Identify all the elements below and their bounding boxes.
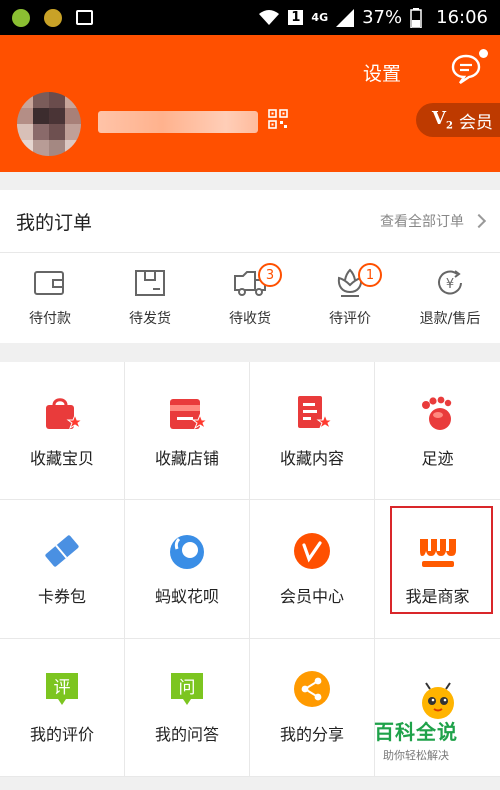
order-pending-shipment[interactable]: 待发货 xyxy=(100,253,200,343)
grid-item-huabei[interactable]: 蚂蚁花呗 xyxy=(125,500,250,639)
order-pending-review[interactable]: 1 待评价 xyxy=(300,253,400,343)
message-unread-dot xyxy=(479,49,488,58)
message-icon[interactable] xyxy=(450,53,482,85)
grid-item-merchant[interactable]: 我是商家 xyxy=(375,500,500,639)
chevron-right-icon xyxy=(471,213,487,229)
emoji-notification-icon xyxy=(44,8,62,27)
grid-item-coupons[interactable]: 卡券包 xyxy=(0,500,125,639)
share-icon xyxy=(294,671,330,708)
status-bar: 1 4G 37% 16:06 xyxy=(0,0,500,35)
clock: 16:06 xyxy=(436,7,488,28)
huabei-icon xyxy=(170,534,204,569)
bag-star-icon xyxy=(46,397,84,429)
merchant-icon xyxy=(419,538,456,567)
watermark-title: 百科全说 xyxy=(374,720,458,744)
grid-item-favorite-items[interactable]: 收藏宝贝 xyxy=(0,362,125,501)
grid-item-favorite-stores[interactable]: 收藏店铺 xyxy=(125,362,250,501)
signal-icon xyxy=(336,8,355,27)
orders-section: 我的订单 查看全部订单 待付款 待发货 3 待收货 1 待评价 ¥ 退款/售后 xyxy=(0,190,500,343)
grid-item-favorite-content[interactable]: 收藏内容 xyxy=(250,362,375,501)
order-pending-payment[interactable]: 待付款 xyxy=(0,253,100,343)
package-icon xyxy=(135,270,165,296)
qa-icon-char: 问 xyxy=(179,678,196,698)
tools-grid: 收藏宝贝 收藏店铺 收藏内容 足迹 卡券包 蚂蚁花呗 会员中心 我是商家 评 我… xyxy=(0,362,500,777)
review-icon-char: 评 xyxy=(54,678,71,698)
profile-header: 设置 V2 会员 xyxy=(0,35,500,172)
sim-indicator: 1 xyxy=(288,10,304,25)
pending-receipt-badge: 3 xyxy=(258,263,282,287)
order-pending-receipt[interactable]: 3 待收货 xyxy=(200,253,300,343)
orders-title: 我的订单 xyxy=(16,211,93,234)
refund-icon: ¥ xyxy=(438,270,462,295)
wallet-icon xyxy=(34,271,64,295)
app-notification-icon xyxy=(12,8,30,27)
store-star-icon xyxy=(170,398,209,429)
battery-percent: 37% xyxy=(362,7,403,28)
avatar[interactable] xyxy=(17,92,81,156)
footprint-icon xyxy=(421,396,451,430)
grid-item-my-reviews[interactable]: 评 我的评价 xyxy=(0,638,125,777)
ticket-icon xyxy=(45,535,79,567)
wifi-icon xyxy=(259,9,280,25)
watermark: 百科全说 助你轻松解决 xyxy=(356,716,476,763)
username-blurred xyxy=(98,111,258,133)
review-icon: 评 xyxy=(46,673,78,706)
vip-level-icon: V2 xyxy=(432,108,453,132)
grid-item-vip-center[interactable]: 会员中心 xyxy=(250,500,375,639)
grid-item-my-qa[interactable]: 问 我的问答 xyxy=(125,638,250,777)
orders-header[interactable]: 我的订单 查看全部订单 xyxy=(0,190,500,253)
qa-icon: 问 xyxy=(171,673,203,706)
watermark-subtitle: 助你轻松解决 xyxy=(383,749,449,762)
image-notification-icon xyxy=(76,10,93,25)
view-all-orders-link[interactable]: 查看全部订单 xyxy=(380,211,487,231)
pending-review-badge: 1 xyxy=(358,263,382,287)
network-type: 4G xyxy=(311,11,329,24)
order-status-row: 待付款 待发货 3 待收货 1 待评价 ¥ 退款/售后 xyxy=(0,253,500,343)
vip-label: 会员 xyxy=(458,112,493,133)
vip-badge[interactable]: V2 会员 xyxy=(416,103,500,137)
grid-item-footprint[interactable]: 足迹 xyxy=(375,362,500,501)
order-refund[interactable]: ¥ 退款/售后 xyxy=(400,253,500,343)
qr-code-icon[interactable] xyxy=(268,109,288,129)
doc-star-icon xyxy=(298,395,334,429)
settings-button[interactable]: 设置 xyxy=(363,59,401,86)
svg-text:¥: ¥ xyxy=(446,277,454,292)
battery-icon xyxy=(410,7,422,28)
vip-center-icon xyxy=(294,532,330,569)
